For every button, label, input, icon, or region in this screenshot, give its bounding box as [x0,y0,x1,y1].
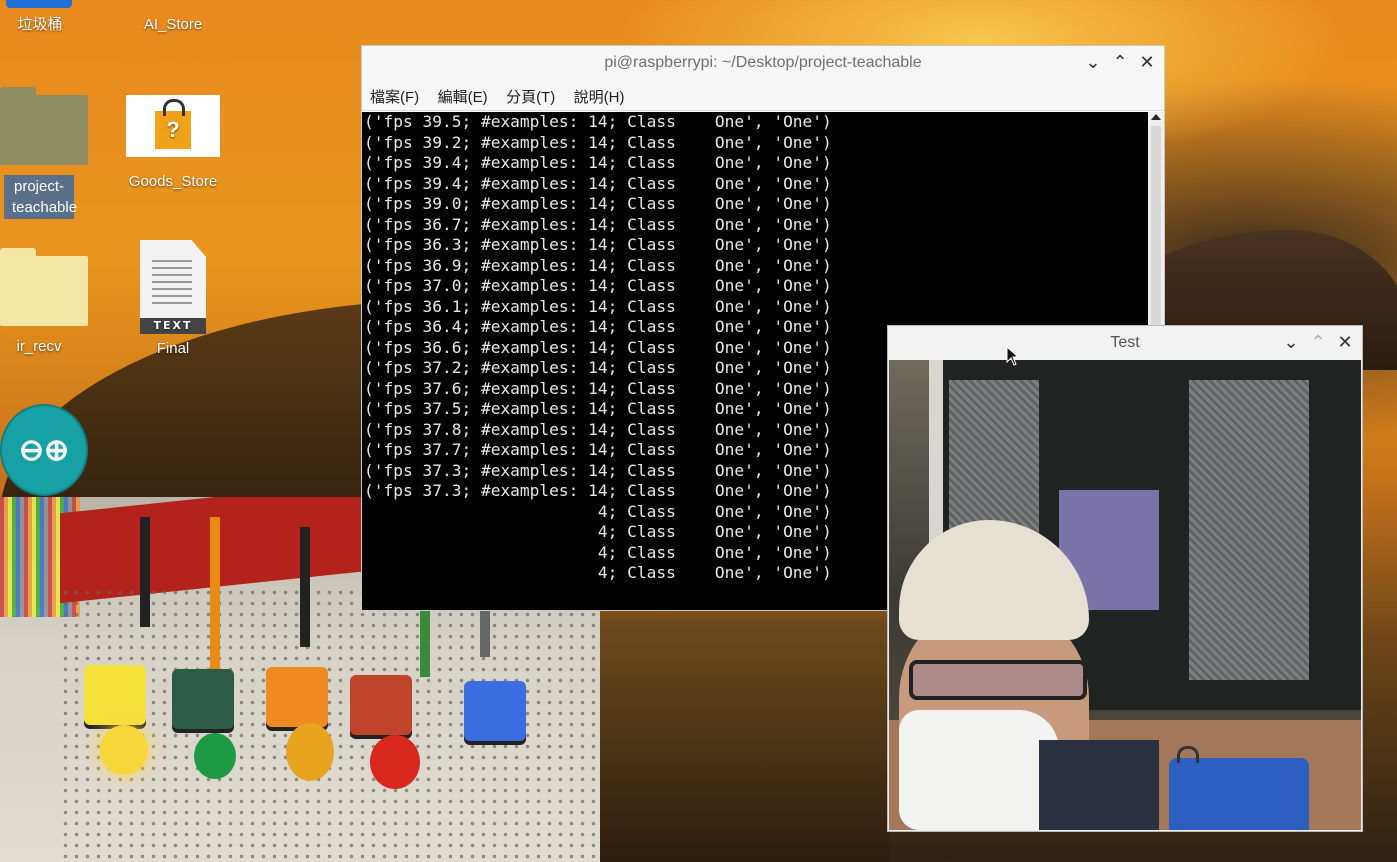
terminal-menubar: 檔案(F) 編輯(E) 分頁(T) 說明(H) [362,80,1164,111]
terminal-line: ('fps 36.3; #examples: 14; Class One', '… [364,235,832,254]
close-icon[interactable]: ✕ [1136,52,1158,74]
minimize-icon[interactable]: ⌄ [1082,52,1104,74]
desktop-icon-trash[interactable]: 垃圾桶 [0,8,80,35]
shopping-bag-icon: ? [126,95,220,157]
test-window[interactable]: Test ⌄ ⌃ ✕ [887,325,1363,832]
maximize-icon[interactable]: ⌃ [1109,52,1131,74]
trash-icon[interactable] [6,0,72,8]
trash-label: 垃圾桶 [17,16,63,33]
wallpaper-hill-bottom [600,620,890,862]
terminal-titlebar[interactable]: pi@raspberrypi: ~/Desktop/project-teacha… [362,46,1164,80]
final-label: Final [156,340,190,357]
terminal-line: ('fps 39.5; #examples: 14; Class One', '… [364,112,832,131]
desktop-icon-project-teachable[interactable]: project- teachable [0,87,88,219]
menu-tabs[interactable]: 分頁(T) [506,86,555,107]
folder-icon [0,248,88,326]
terminal-line: ('fps 36.1; #examples: 14; Class One', '… [364,296,832,316]
terminal-line: ('fps 37.0; #examples: 14; Class One', '… [364,276,832,295]
ai-store-label: AI_Store [143,16,203,33]
desktop-icon-ir-recv[interactable]: ir_recv [0,248,88,357]
folder-icon [0,87,88,165]
ir-recv-label: ir_recv [16,338,62,355]
text-file-tag: TEXT [140,318,206,334]
close-icon[interactable]: ✕ [1334,332,1356,354]
terminal-line: ('fps 39.4; #examples: 14; Class One', '… [364,173,832,193]
scroll-up-icon[interactable] [1151,114,1161,120]
desktop-icon-goods-store[interactable]: ? Goods_Store [126,95,220,192]
terminal-line: ('fps 36.9; #examples: 14; Class One', '… [364,255,832,275]
test-titlebar[interactable]: Test ⌄ ⌃ ✕ [888,326,1362,360]
maximize-icon[interactable]: ⌃ [1307,332,1329,354]
text-file-icon: TEXT [140,240,206,334]
arduino-icon[interactable]: ⊖⊕ [0,404,88,496]
menu-edit[interactable]: 編輯(E) [438,86,488,107]
desktop-icon-final[interactable]: TEXT Final [140,240,206,359]
terminal-line: ('fps 39.4; #examples: 14; Class One', '… [364,153,832,172]
terminal-line: ('fps 39.2; #examples: 14; Class One', '… [364,132,832,152]
menu-help[interactable]: 說明(H) [574,86,625,107]
minimize-icon[interactable]: ⌄ [1280,332,1302,354]
desktop-icon-ai-store[interactable]: AI_Store [118,8,228,35]
menu-file[interactable]: 檔案(F) [370,86,419,107]
project-label: project- teachable [4,175,77,219]
terminal-title: pi@raspberrypi: ~/Desktop/project-teacha… [604,54,922,71]
terminal-line: ('fps 36.7; #examples: 14; Class One', '… [364,214,832,234]
terminal-line: ('fps 39.0; #examples: 14; Class One', '… [364,194,832,213]
goods-store-label: Goods_Store [128,173,218,190]
camera-preview [889,360,1361,830]
